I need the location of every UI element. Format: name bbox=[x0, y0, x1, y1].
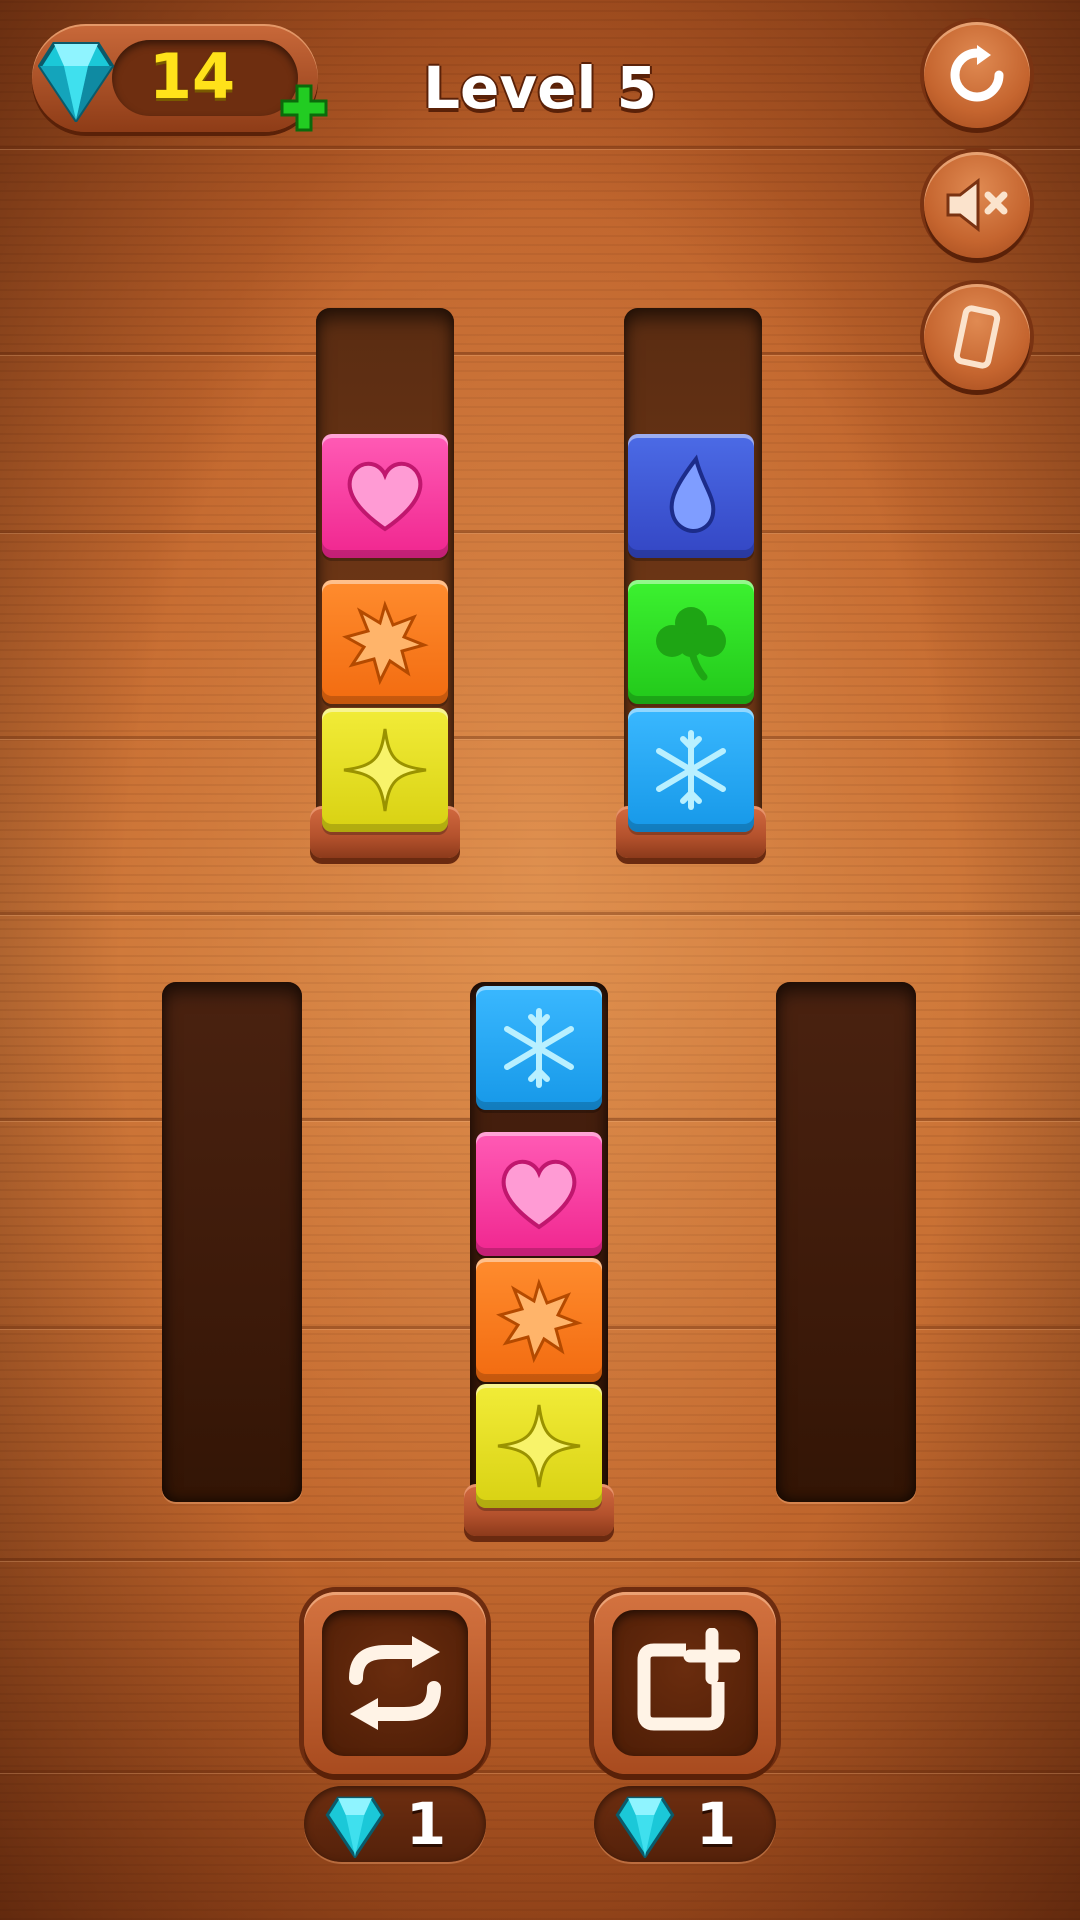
add-tube-icon bbox=[637, 1628, 740, 1731]
plank-seam bbox=[0, 912, 1080, 915]
block-sparkle[interactable] bbox=[476, 1384, 602, 1508]
clover-icon bbox=[656, 607, 726, 681]
gem-count: 14 bbox=[148, 40, 236, 113]
vibration-toggle-button[interactable] bbox=[924, 284, 1030, 390]
star-burst-icon bbox=[496, 1278, 583, 1364]
block-sparkle[interactable] bbox=[322, 708, 448, 832]
add-tube-cost: 1 bbox=[594, 1786, 776, 1862]
shuffle-button-face bbox=[322, 1610, 468, 1756]
sparkle-icon bbox=[497, 1404, 581, 1488]
add-tube-cost-value: 1 bbox=[695, 1790, 737, 1858]
plank-seam bbox=[0, 352, 1080, 355]
snowflake-icon bbox=[504, 1008, 574, 1088]
gem-icon bbox=[325, 1796, 385, 1858]
star-burst-icon bbox=[342, 600, 429, 686]
block-clover[interactable] bbox=[628, 580, 754, 704]
plank-seam bbox=[0, 1770, 1080, 1773]
shuffle-button[interactable] bbox=[304, 1592, 486, 1774]
tube-bottom-left[interactable] bbox=[162, 982, 302, 1502]
add-gems-button[interactable] bbox=[278, 82, 330, 134]
heart-icon bbox=[501, 1159, 577, 1230]
shuffle-icon bbox=[349, 1636, 441, 1730]
shuffle-cost: 1 bbox=[304, 1786, 486, 1862]
block-star-burst[interactable] bbox=[476, 1258, 602, 1382]
plank-seam bbox=[0, 1558, 1080, 1561]
add-tube-button[interactable] bbox=[594, 1592, 776, 1774]
plank-seam bbox=[0, 736, 1080, 739]
gem-icon bbox=[38, 42, 114, 122]
block-star-burst[interactable] bbox=[322, 580, 448, 704]
plank-seam bbox=[0, 530, 1080, 533]
tube-bottom-right[interactable] bbox=[776, 982, 916, 1502]
sparkle-icon bbox=[343, 728, 427, 812]
block-heart[interactable] bbox=[476, 1132, 602, 1256]
drop-icon bbox=[669, 454, 716, 533]
shuffle-cost-value: 1 bbox=[405, 1790, 447, 1858]
sound-muted-icon bbox=[946, 177, 1008, 233]
block-snowflake[interactable] bbox=[476, 986, 602, 1110]
heart-icon bbox=[347, 461, 423, 532]
add-tube-button-face bbox=[612, 1610, 758, 1756]
snowflake-icon bbox=[656, 730, 726, 810]
block-snowflake[interactable] bbox=[628, 708, 754, 832]
vibration-icon bbox=[953, 305, 1001, 369]
restart-button[interactable] bbox=[924, 22, 1030, 128]
block-drop[interactable] bbox=[628, 434, 754, 558]
level-title: Level 5 bbox=[423, 54, 657, 122]
sound-toggle-button[interactable] bbox=[924, 152, 1030, 258]
plank-seam bbox=[0, 146, 1080, 149]
restart-icon bbox=[950, 45, 1004, 102]
block-heart[interactable] bbox=[322, 434, 448, 558]
gem-icon bbox=[615, 1796, 675, 1858]
